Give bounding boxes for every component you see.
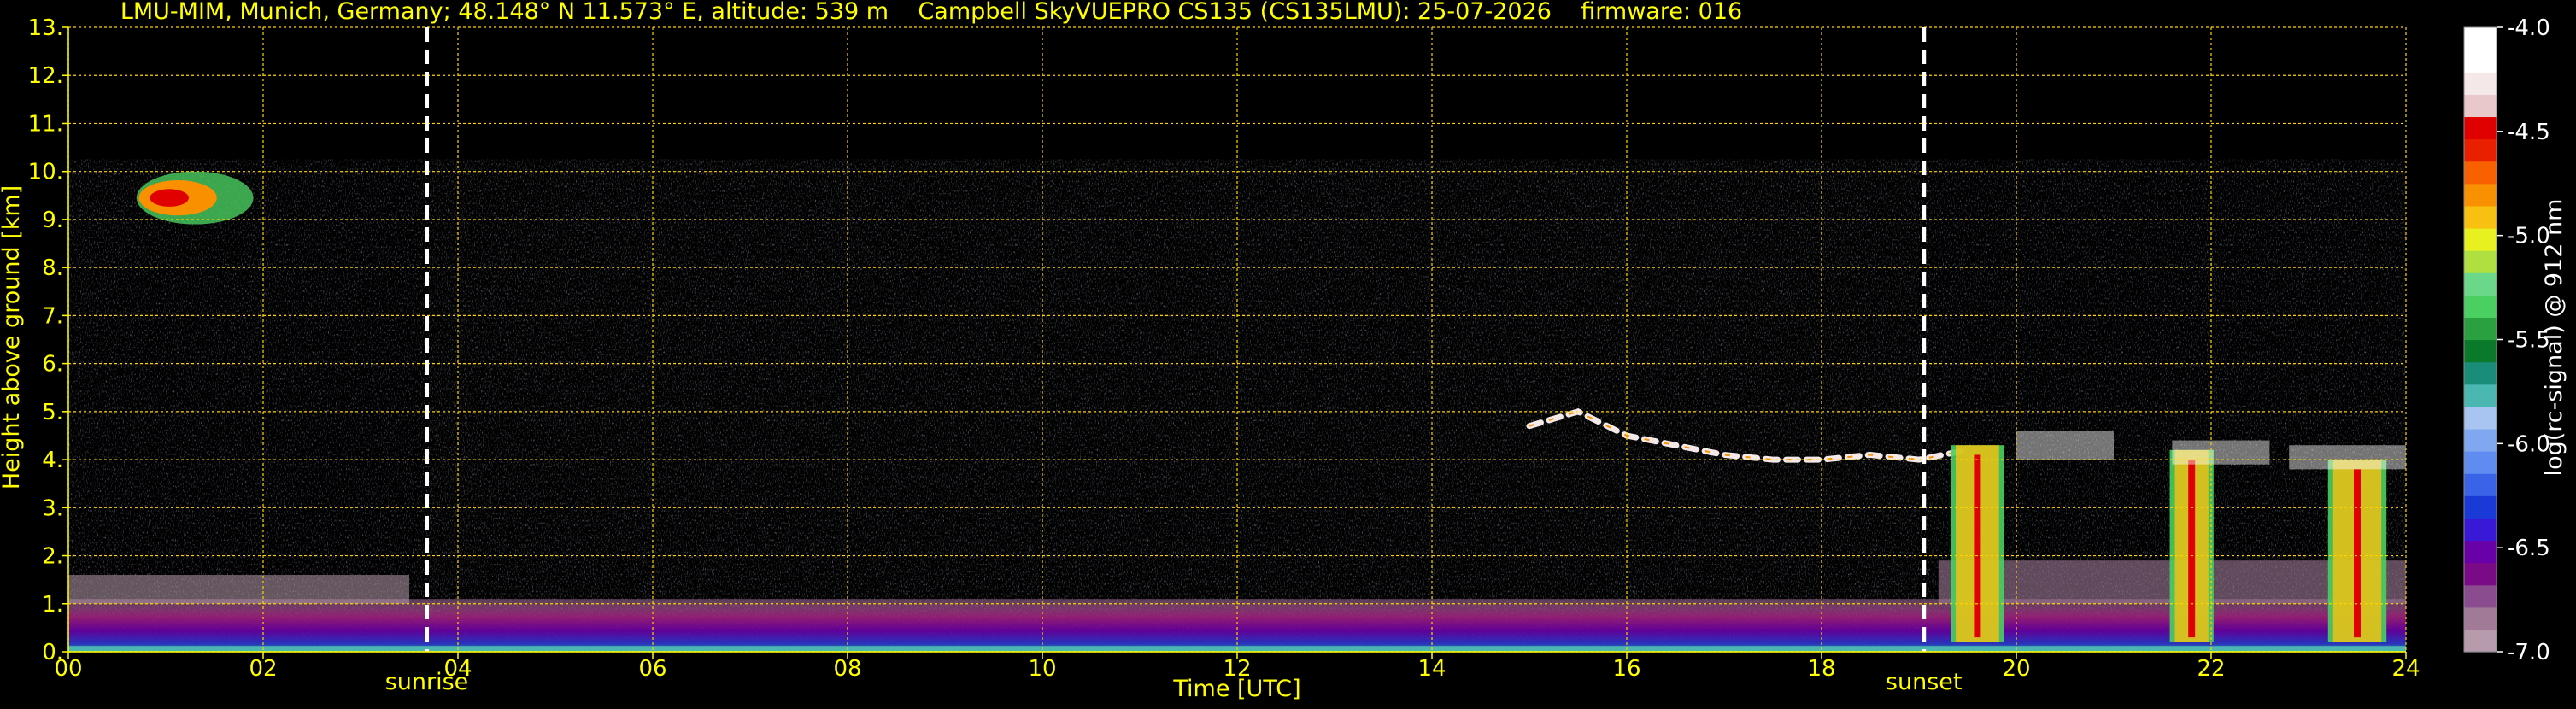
- y-tick-label: 3.: [42, 495, 63, 521]
- chart-svg: sunrise sunset 00 02 04 06 08 10 12 14 16 18 20 22 24…: [0, 0, 2567, 702]
- y-tick-label: 8.: [42, 255, 63, 281]
- y-tick-label: 5.: [42, 400, 63, 425]
- colorbar-segment: [2464, 138, 2497, 162]
- convective-cell-peak: [1974, 454, 1981, 638]
- y-tick-label: 12.: [28, 63, 63, 89]
- cirrus-peak: [150, 189, 189, 207]
- residual-layer: [68, 575, 409, 604]
- colorbar-tick-label: -4.5: [2507, 120, 2550, 145]
- colorbar-segment: [2464, 518, 2497, 542]
- colorbar-segment: [2464, 540, 2497, 564]
- colorbar-segment: [2464, 27, 2497, 50]
- y-axis-label: Height above ground [km]: [0, 185, 25, 489]
- x-axis-label: Time [UTC]: [1172, 676, 1300, 702]
- y-tick-label: 11.: [28, 111, 63, 137]
- ceilometer-chart: sunrise sunset 00 02 04 06 08 10 12 14 16 18 20 22 24…: [0, 0, 2576, 706]
- colorbar-segment: [2464, 473, 2497, 496]
- colorbar-segment: [2464, 161, 2497, 185]
- y-tick-label: 4.: [42, 448, 63, 473]
- colorbar-segment: [2464, 227, 2497, 251]
- colorbar-segment: [2464, 562, 2497, 586]
- x-tick-label: 16: [1612, 656, 1640, 682]
- x-tick-label: 10: [1028, 656, 1056, 682]
- x-tick-label: 06: [638, 656, 666, 682]
- y-tick-label: 9.: [42, 208, 63, 233]
- x-tick-label: 04: [443, 656, 472, 682]
- chart-title: LMU-MIM, Munich, Germany; 48.148° N 11.5…: [120, 0, 1742, 25]
- colorbar-segment: [2464, 183, 2497, 207]
- cloud-top-band: [2289, 445, 2406, 470]
- colorbar-segment: [2464, 250, 2497, 273]
- y-tick-label: 0.: [42, 640, 63, 665]
- y-tick-label: 2.: [42, 544, 63, 570]
- colorbar-segment: [2464, 50, 2497, 73]
- colorbar-tick-label: -4.0: [2507, 15, 2550, 41]
- colorbar-segment: [2464, 451, 2497, 474]
- cloud-top-band: [2016, 431, 2114, 460]
- convective-cell-peak: [2188, 460, 2196, 638]
- colorbar-tick-label: -6.5: [2507, 536, 2550, 561]
- x-tick-label: 22: [2197, 656, 2225, 682]
- x-tick-label: 18: [1807, 656, 1835, 682]
- y-axis: 0. 1. 2. 3. 4. 5. 6. 7. 8. 9. 10. 11. 12. 13.: [28, 15, 69, 665]
- x-tick-label: 14: [1417, 656, 1446, 682]
- convective-cell-peak: [2354, 469, 2361, 638]
- x-tick-label: 08: [833, 656, 861, 682]
- colorbar-segment: [2464, 295, 2497, 318]
- cloud-top-band: [2172, 440, 2270, 465]
- colorbar-segment: [2464, 339, 2497, 363]
- colorbar-segment: [2464, 317, 2497, 341]
- colorbar-segment: [2464, 428, 2497, 452]
- y-tick-label: 10.: [28, 160, 63, 185]
- x-tick-label: 02: [249, 656, 277, 682]
- colorbar-segment: [2464, 361, 2497, 385]
- colorbar: -4.0-4.5-5.0-5.5-6.0-6.5-7.0: [2463, 15, 2550, 665]
- colorbar-segment: [2464, 94, 2497, 118]
- colorbar-segment: [2464, 584, 2497, 608]
- colorbar-segment: [2464, 606, 2497, 630]
- x-tick-label: 20: [2002, 656, 2030, 682]
- colorbar-segment: [2464, 116, 2497, 140]
- colorbar-segment: [2464, 205, 2497, 229]
- y-tick-label: 1.: [42, 592, 63, 618]
- colorbar-segment: [2464, 384, 2497, 407]
- x-tick-label: 24: [2391, 656, 2420, 682]
- colorbar-segment: [2464, 495, 2497, 519]
- colorbar-segment: [2464, 272, 2497, 296]
- colorbar-tick-label: -7.0: [2507, 640, 2550, 665]
- colorbar-segment: [2464, 406, 2497, 430]
- y-tick-label: 13.: [28, 15, 63, 41]
- y-tick-label: 6.: [42, 352, 63, 378]
- y-tick-label: 7.: [42, 303, 63, 329]
- colorbar-segment: [2464, 629, 2497, 653]
- colorbar-segment: [2464, 72, 2497, 95]
- colorbar-label: log(rc-signal) @ 912 nm: [2541, 199, 2567, 477]
- sunset-label: sunset: [1886, 669, 1963, 695]
